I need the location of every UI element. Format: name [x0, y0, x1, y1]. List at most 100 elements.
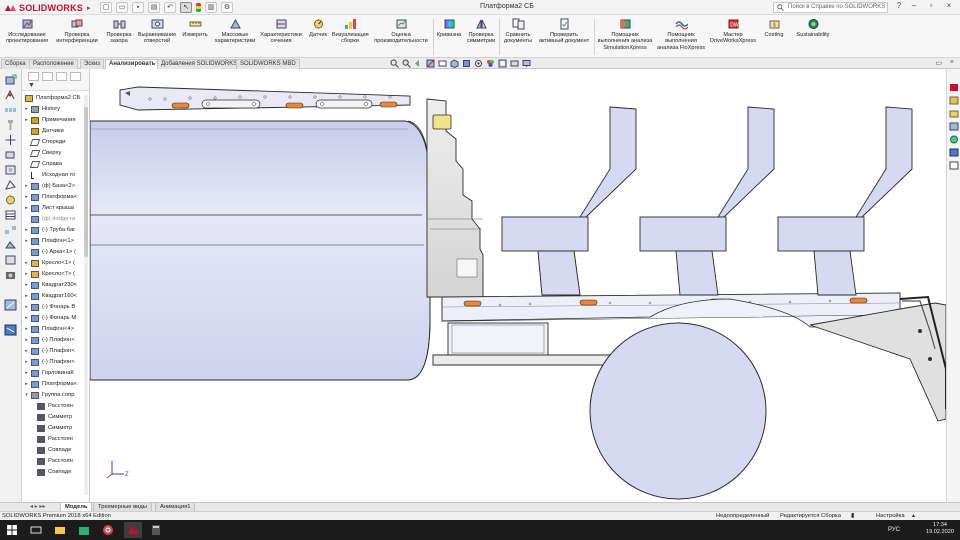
propertymanager-tab-icon[interactable]: [42, 72, 53, 81]
interference-button[interactable]: Проверка интерференции: [52, 18, 102, 45]
assembly-visualization-button[interactable]: Визуализация сборки: [332, 18, 369, 45]
task-view-icon[interactable]: [30, 524, 42, 536]
lower-box[interactable]: [432, 322, 617, 366]
expand-chevron-icon[interactable]: ▸: [24, 335, 29, 346]
tab-scroll-icons[interactable]: ◂ ▸ ▸▸: [30, 503, 45, 510]
status-icon[interactable]: ▮: [851, 512, 854, 520]
apply-scene-icon[interactable]: [498, 59, 507, 68]
performance-evaluation-button[interactable]: Оценка производительности: [370, 18, 432, 45]
view-palette-icon[interactable]: [949, 122, 959, 131]
tree-item[interactable]: ▸ ГорловинаК: [22, 368, 89, 379]
tree-item[interactable]: Совпаде: [22, 467, 89, 478]
featuremanager-tab-icon[interactable]: [28, 72, 39, 81]
expand-chevron-icon[interactable]: ▸: [24, 324, 29, 335]
tree-item[interactable]: ▸ (-) Плафон<: [22, 335, 89, 346]
tree-item[interactable]: ▸ History: [22, 104, 89, 115]
tree-item[interactable]: Исходная то: [22, 170, 89, 181]
print-icon[interactable]: ▤: [148, 2, 160, 13]
wheel[interactable]: [589, 322, 767, 500]
save-icon[interactable]: ▪: [132, 2, 144, 13]
expand-chevron-icon[interactable]: ▸: [24, 236, 29, 247]
simulationxpress-button[interactable]: Помощник выполнения анализа SimulationXp…: [596, 18, 654, 51]
compare-documents-button[interactable]: Сравнить документы: [501, 18, 535, 45]
expand-chevron-icon[interactable]: ▸: [24, 346, 29, 357]
section-properties-button[interactable]: Характеристики сечения: [258, 18, 304, 45]
curvature-button[interactable]: Кривизна: [435, 18, 463, 38]
section-view-icon[interactable]: [426, 59, 435, 68]
tree-item[interactable]: ▸ Квадрат160<: [22, 291, 89, 302]
tree-item[interactable]: ▸ Платформа<: [22, 379, 89, 390]
expand-chevron-icon[interactable]: ▸: [24, 269, 29, 280]
expand-chevron-icon[interactable]: ▸: [24, 368, 29, 379]
tree-item[interactable]: ▸ Квадрат230<: [22, 280, 89, 291]
mass-properties-button[interactable]: Массовые характеристики: [212, 18, 258, 45]
file-explorer-taskbar-icon[interactable]: [54, 524, 66, 536]
tree-item[interactable]: Спереди: [22, 137, 89, 148]
calculator-icon[interactable]: [150, 524, 162, 536]
mate-icon[interactable]: [4, 89, 17, 101]
expand-chevron-icon[interactable]: ▸: [24, 115, 29, 126]
tools-expand-icon[interactable]: [4, 324, 17, 336]
help-question-icon[interactable]: ?: [893, 1, 905, 10]
monitor-icon[interactable]: [522, 59, 531, 68]
expand-chevron-icon[interactable]: ▸: [24, 302, 29, 313]
expand-chevron-icon[interactable]: ▸: [24, 192, 29, 203]
tree-item[interactable]: ▸ (-) Труба баг: [22, 225, 89, 236]
input-language[interactable]: РУС: [888, 527, 900, 533]
floxpress-button[interactable]: Помощник выполнения анализа FloXpress: [654, 18, 708, 51]
rebuild-traffic-light-icon[interactable]: [196, 3, 201, 12]
graphics-area[interactable]: Z: [90, 69, 946, 502]
view-settings-icon[interactable]: [510, 59, 519, 68]
tab-evaluate[interactable]: Анализировать: [105, 59, 160, 69]
zoom-to-area-icon[interactable]: [402, 59, 411, 68]
solidworks-logo[interactable]: SOLIDWORKS ▸: [4, 2, 91, 13]
take-snapshot-icon[interactable]: [4, 269, 17, 281]
new-motion-study-icon[interactable]: [4, 194, 17, 206]
expand-chevron-icon[interactable]: ▸: [24, 203, 29, 214]
tree-item[interactable]: Расстоян: [22, 456, 89, 467]
tree-item[interactable]: ▸ Плафон<1>: [22, 236, 89, 247]
expand-chevron-icon[interactable]: ▸: [24, 280, 29, 291]
seat-2[interactable]: [639, 106, 775, 296]
solidworks-resources-icon[interactable]: [949, 83, 959, 92]
open-document-icon[interactable]: ▭: [116, 2, 128, 13]
exploded-view-icon[interactable]: [4, 224, 17, 236]
clock[interactable]: 17:34 19.02.2020: [926, 522, 954, 536]
tree-item[interactable]: Датчики: [22, 126, 89, 137]
tab-sketch[interactable]: Эскиз: [80, 59, 105, 69]
tree-item[interactable]: ▸ Кресло<1> (: [22, 258, 89, 269]
help-search-input[interactable]: Поиск в Справке по SOLIDWORKS: [773, 2, 888, 13]
bill-of-materials-icon[interactable]: [4, 209, 17, 221]
new-document-icon[interactable]: ▢: [100, 2, 112, 13]
move-component-icon[interactable]: [4, 134, 17, 146]
tree-item[interactable]: Симметр: [22, 423, 89, 434]
close-icon[interactable]: ×: [943, 1, 955, 10]
options-gear-icon[interactable]: ⚙: [221, 2, 233, 13]
viewport-restore-icon[interactable]: ▭: [935, 59, 942, 67]
expand-chevron-icon[interactable]: ▸: [24, 181, 29, 192]
tree-item[interactable]: ▸ Кресло<7> (: [22, 269, 89, 280]
check-active-document-button[interactable]: Проверить активный документ: [536, 18, 592, 45]
sensor-button[interactable]: Датчик: [306, 18, 330, 38]
appearances-icon[interactable]: [949, 135, 959, 144]
seat-1[interactable]: [501, 106, 637, 296]
expand-chevron-icon[interactable]: ▸: [24, 291, 29, 302]
settings-arrow-icon[interactable]: ▴: [912, 512, 915, 520]
linear-pattern-icon[interactable]: [4, 104, 17, 116]
design-study-button[interactable]: Исследование проектирования: [4, 18, 50, 45]
tree-item[interactable]: Совпаде: [22, 445, 89, 456]
reference-geometry-icon[interactable]: [4, 179, 17, 191]
view-orientation-icon[interactable]: [450, 59, 459, 68]
expand-chevron-icon[interactable]: ▸: [24, 357, 29, 368]
viewport-close-icon[interactable]: ×: [950, 59, 954, 66]
tree-item[interactable]: (ф) dodge ra: [22, 214, 89, 225]
dimxpert-tab-icon[interactable]: [70, 72, 81, 81]
previous-view-icon[interactable]: [414, 59, 423, 68]
tree-item[interactable]: ▸ (-) Фонарь В: [22, 302, 89, 313]
tree-scrollbar-thumb[interactable]: [84, 107, 88, 257]
tree-item[interactable]: ▸ (-) Плафон<: [22, 346, 89, 357]
smart-fasteners-icon[interactable]: [4, 119, 17, 131]
tab-solidworks-mbd[interactable]: SOLIDWORKS MBD: [236, 59, 300, 69]
file-properties-icon[interactable]: ▥: [205, 2, 217, 13]
assembly-features-icon[interactable]: [4, 164, 17, 176]
